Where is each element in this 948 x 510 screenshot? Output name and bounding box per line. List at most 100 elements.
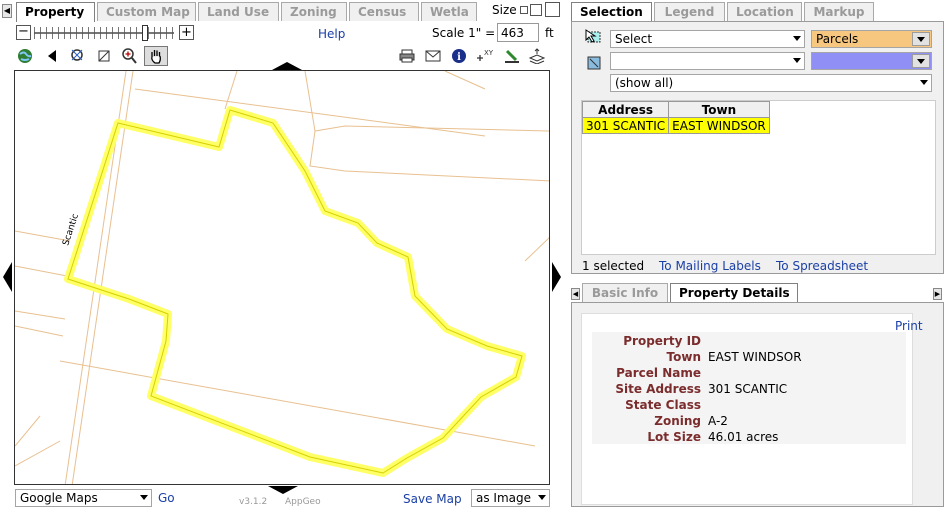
target-layer-icon[interactable] — [587, 56, 601, 73]
zoom-in-button[interactable]: + — [179, 25, 194, 40]
table-cell-town: EAST WINDSOR — [668, 117, 770, 134]
detail-label: Zoning — [654, 414, 701, 428]
tab-property[interactable]: Property — [16, 2, 95, 22]
chevron-down-icon — [912, 32, 930, 46]
svg-text:i: i — [457, 52, 461, 63]
tab-wetlands[interactable]: Wetla — [421, 2, 477, 21]
zoom-slider[interactable] — [34, 24, 174, 42]
scale-input[interactable]: 463 — [497, 23, 539, 42]
svg-text:XY: XY — [484, 49, 494, 57]
info-tab-scroll-left[interactable]: ◀ — [571, 288, 580, 300]
save-map-link[interactable]: Save Map — [403, 492, 462, 506]
size-label: Size — [492, 3, 517, 17]
size-small-button[interactable] — [520, 6, 528, 14]
basemap-select[interactable]: Google Maps — [15, 489, 152, 507]
highlighted-parcel[interactable] — [64, 106, 526, 477]
info-tab-scroll-right[interactable]: ▶ — [933, 288, 942, 300]
tab-land-use[interactable]: Land Use — [198, 2, 279, 21]
layer-select[interactable]: Parcels — [811, 30, 932, 48]
detail-value: 46.01 acres — [708, 430, 779, 444]
save-format-value: as Image — [476, 491, 532, 505]
property-details-panel: Print Property ID Town EAST WINDSOR Parc… — [571, 302, 944, 507]
measure-icon[interactable] — [503, 47, 521, 65]
tab-property-details[interactable]: Property Details — [670, 283, 798, 303]
selection-table: Address Town 301 SCANTIC EAST WINDSOR — [581, 101, 770, 134]
selection-mode-value: Select — [615, 32, 653, 46]
tab-markup[interactable]: Markup — [804, 2, 874, 21]
zoom-in-magnifier-icon[interactable] — [120, 47, 138, 65]
scale-unit: ft — [545, 26, 554, 40]
basemap-go-link[interactable]: Go — [158, 491, 175, 505]
size-medium-button[interactable] — [530, 4, 542, 16]
selection-mode-select[interactable]: Select — [610, 30, 805, 48]
chevron-down-icon — [920, 80, 928, 85]
map-canvas[interactable]: Scantic — [14, 70, 550, 485]
map-pan-right-arrow[interactable] — [552, 262, 561, 292]
parcel-map: Scantic — [15, 71, 549, 484]
size-large-button[interactable] — [545, 2, 560, 17]
scale-label: Scale 1" = — [432, 26, 496, 40]
zoom-slider-thumb[interactable] — [142, 25, 148, 41]
print-link[interactable]: Print — [895, 319, 923, 333]
detail-row-lot-size: Lot Size 46.01 acres — [592, 430, 906, 446]
detail-label: Lot Size — [647, 430, 701, 444]
chevron-down-icon — [793, 36, 801, 41]
basemap-selected-value: Google Maps — [20, 491, 98, 505]
xy-coordinate-icon[interactable]: XY — [474, 47, 496, 65]
layer-selected-value: Parcels — [816, 32, 859, 46]
help-link[interactable]: Help — [318, 27, 345, 41]
detail-label: Town — [666, 350, 701, 364]
column-header-town[interactable]: Town — [668, 101, 770, 118]
detail-row-state-class: State Class — [592, 398, 906, 414]
chevron-down-icon — [140, 495, 148, 500]
map-pan-down-arrow[interactable] — [268, 486, 298, 494]
zoom-full-extent-icon[interactable] — [68, 47, 86, 65]
detail-label: Site Address — [615, 382, 701, 396]
left-tab-scroll-left[interactable]: ◀ — [2, 4, 12, 18]
detail-row-property-id: Property ID — [592, 334, 906, 350]
tab-legend[interactable]: Legend — [654, 2, 725, 21]
tab-custom-map[interactable]: Custom Map — [97, 2, 196, 21]
target-layer-select[interactable] — [610, 52, 805, 70]
globe-icon[interactable] — [16, 47, 34, 65]
tab-basic-info[interactable]: Basic Info — [582, 283, 668, 302]
selection-table-area: Address Town 301 SCANTIC EAST WINDSOR — [581, 100, 936, 255]
info-icon[interactable]: i — [450, 47, 468, 65]
detail-value: 301 SCANTIC — [708, 382, 788, 396]
detail-value: EAST WINDSOR — [708, 350, 802, 364]
table-row[interactable]: 301 SCANTIC EAST WINDSOR — [581, 117, 770, 134]
mailing-labels-link[interactable]: To Mailing Labels — [659, 259, 761, 273]
map-pan-up-arrow[interactable] — [272, 62, 302, 70]
tab-census[interactable]: Census — [349, 2, 419, 21]
tab-zoning[interactable]: Zoning — [281, 2, 347, 21]
filter-select[interactable]: (show all) — [610, 74, 932, 92]
details-card: Print Property ID Town EAST WINDSOR Parc… — [581, 313, 923, 505]
tab-selection[interactable]: Selection — [571, 2, 652, 22]
selected-count: 1 selected — [582, 259, 645, 273]
selection-panel: Select Parcels (show all) Address Town 3… — [571, 21, 944, 274]
map-pan-left-arrow[interactable] — [3, 262, 12, 292]
column-header-address[interactable]: Address — [581, 101, 670, 118]
detail-label: Property ID — [623, 334, 701, 348]
back-arrow-icon[interactable] — [43, 47, 61, 65]
version-label: v3.1.2 — [239, 497, 268, 507]
spreadsheet-link[interactable]: To Spreadsheet — [776, 259, 868, 273]
zoom-box-icon[interactable] — [95, 47, 113, 65]
tab-location[interactable]: Location — [727, 2, 802, 21]
chevron-down-icon — [538, 495, 546, 500]
detail-row-parcel-name: Parcel Name — [592, 366, 906, 382]
zoom-out-button[interactable]: − — [16, 25, 31, 40]
print-icon[interactable] — [398, 47, 416, 65]
details-table: Property ID Town EAST WINDSOR Parcel Nam… — [592, 332, 906, 444]
detail-row-site-address: Site Address 301 SCANTIC — [592, 382, 906, 398]
target-layer-color-select[interactable] — [811, 52, 932, 70]
email-icon[interactable] — [424, 47, 442, 65]
identify-layers-icon[interactable] — [528, 47, 546, 65]
select-tool-icon[interactable] — [584, 29, 602, 50]
brand-label: AppGeo — [285, 497, 321, 507]
detail-label: Parcel Name — [616, 366, 701, 380]
detail-row-zoning: Zoning A-2 — [592, 414, 906, 430]
save-format-select[interactable]: as Image — [471, 489, 550, 507]
pan-hand-icon[interactable] — [144, 46, 168, 66]
detail-row-town: Town EAST WINDSOR — [592, 350, 906, 366]
